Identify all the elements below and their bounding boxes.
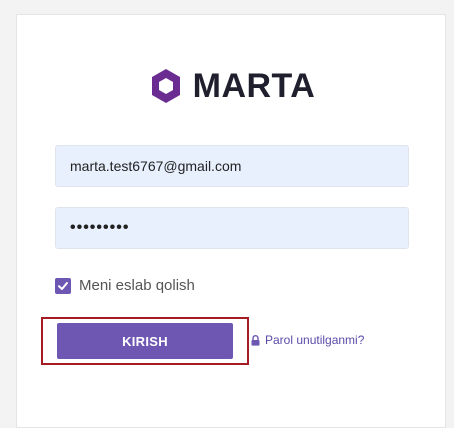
hexagon-icon: [149, 67, 183, 105]
brand-name: MARTA: [192, 67, 316, 105]
checkmark-icon: [58, 281, 68, 290]
login-button[interactable]: KIRISH: [57, 323, 233, 359]
email-field[interactable]: marta.test6767@gmail.com: [55, 145, 409, 187]
password-value: •••••••••: [70, 219, 130, 236]
remember-me[interactable]: Meni eslab qolish: [55, 277, 195, 294]
page: MARTA marta.test6767@gmail.com •••••••••…: [0, 0, 454, 428]
forgot-password-label: Parol unutilganmi?: [265, 333, 365, 347]
remember-checkbox[interactable]: [55, 277, 71, 294]
password-field[interactable]: •••••••••: [55, 207, 409, 249]
login-card: MARTA marta.test6767@gmail.com •••••••••…: [16, 14, 446, 428]
remember-label: Meni eslab qolish: [79, 277, 195, 294]
brand-logo: MARTA: [17, 67, 447, 105]
forgot-password-link[interactable]: Parol unutilganmi?: [251, 333, 364, 347]
lock-icon: [251, 334, 260, 346]
email-value: marta.test6767@gmail.com: [70, 158, 242, 174]
